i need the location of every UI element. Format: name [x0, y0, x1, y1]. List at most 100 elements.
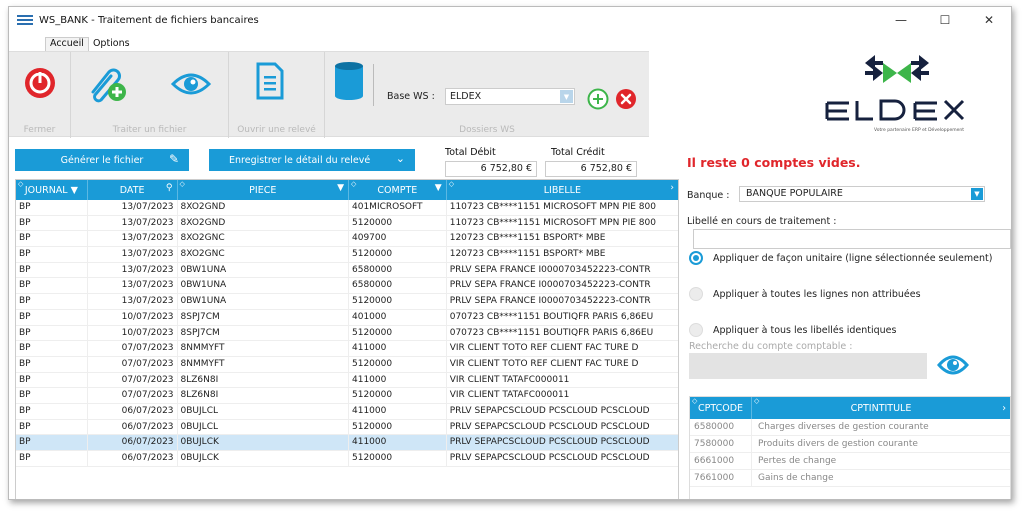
radio-button[interactable]	[689, 251, 703, 265]
radio-button[interactable]	[689, 323, 703, 337]
table-cell: 411000	[349, 403, 447, 419]
radio-unitaire[interactable]: Appliquer de façon unitaire (ligne sélec…	[689, 251, 992, 265]
table-cell: 0BUJLCK	[178, 435, 349, 450]
account-code: 6580000	[690, 419, 752, 435]
radio-identiques[interactable]: Appliquer à tous les libellés identiques	[689, 323, 896, 337]
close-window-button[interactable]: ✕	[967, 7, 1011, 33]
table-cell: 8XO2GND	[178, 215, 349, 231]
table-row[interactable]: BP 06/07/2023 0BUJLCL 411000 PRLV SEPAPCSCLO…	[16, 403, 678, 420]
save-detail-button[interactable]: Enregistrer le détail du relevé ⌄	[209, 149, 415, 171]
table-cell: VIR CLIENT TATAFC000011	[449, 374, 570, 385]
eye-icon[interactable]	[171, 72, 211, 96]
table-row[interactable]: BP 10/07/2023 8SPJ7CM 401000 070723 CB****11…	[16, 309, 678, 326]
power-icon[interactable]	[23, 66, 57, 100]
table-cell: BP	[16, 372, 88, 388]
maximize-button[interactable]: ☐	[923, 7, 967, 33]
paperclip-add-icon[interactable]	[85, 62, 129, 104]
table-cell: 07/07/2023	[88, 356, 178, 372]
table-cell: PRLV SEPAPCSCLOUD PCSCLOUD PCSCLOUD	[449, 453, 650, 463]
bank-select[interactable]: BANQUE POPULAIRE ▼	[739, 186, 985, 202]
table-row[interactable]: BP 13/07/2023 8XO2GNC 5120000 120723 CB****1…	[16, 247, 678, 263]
eye-icon[interactable]	[937, 353, 969, 377]
table-cell: 07/07/2023	[88, 388, 178, 403]
table-row[interactable]: BP 13/07/2023 0BW1UNA 6580000 PRLV SEPA FRAN…	[16, 262, 678, 279]
table-cell: 5120000	[349, 356, 447, 372]
chevron-right-icon: ›	[670, 183, 674, 193]
table-cell: 13/07/2023	[88, 294, 178, 309]
accounts-header: ◇ CPTCODE ◇ CPTINTITULE ›	[690, 397, 1010, 419]
account-label: Produits divers de gestion courante	[758, 439, 918, 449]
col-date[interactable]: DATE ⚲	[88, 180, 178, 200]
col-journal[interactable]: ◇ JOURNAL ▼	[16, 180, 88, 200]
table-cell: 8SPJ7CM	[178, 309, 349, 325]
libelle-input[interactable]	[693, 229, 1011, 249]
radio-non-attribuees[interactable]: Appliquer à toutes les lignes non attrib…	[689, 287, 921, 301]
table-cell: 5120000	[349, 247, 447, 262]
save-detail-label: Enregistrer le détail du relevé	[229, 154, 371, 166]
right-panel: Il reste 0 comptes vides. Banque : BANQU…	[681, 147, 1011, 499]
table-cell: 5120000	[349, 419, 447, 435]
chevron-down-icon[interactable]: ▼	[560, 90, 573, 103]
table-cell: 401000	[349, 309, 447, 325]
table-cell: 0BUJLCL	[178, 419, 349, 435]
account-row[interactable]: 7580000 Produits divers de gestion couran…	[690, 436, 1010, 453]
eldex-logo: Votre partenaire ERP et Développement	[825, 55, 964, 133]
table-row[interactable]: BP 13/07/2023 8XO2GND 5120000 110723 CB****1…	[16, 215, 678, 232]
col-libelle[interactable]: ◇ LIBELLE ›	[447, 180, 678, 200]
chevron-down-icon[interactable]: ▼	[971, 188, 983, 200]
table-row[interactable]: BP 06/07/2023 0BUJLCK 5120000 PRLV SEPAPCSCL…	[16, 451, 678, 467]
table-cell: BP	[16, 341, 88, 356]
table-cell: 120723 CB****1151 BSPORT* MBE	[449, 233, 606, 244]
table-cell: PRLV SEPAPCSCLOUD PCSCLOUD PCSCLOUD	[449, 437, 650, 448]
table-row[interactable]: BP 13/07/2023 8XO2GND 401MICROSOFT 110723 CB…	[16, 200, 678, 216]
table-cell: PRLV SEPAPCSCLOUD PCSCLOUD PCSCLOUD	[449, 405, 650, 416]
account-row[interactable]: 7661000 Gains de change	[690, 470, 1010, 487]
table-row[interactable]: BP 13/07/2023 0BW1UNA 6580000 PRLV SEPA FRAN…	[16, 278, 678, 295]
table-cell: 409700	[349, 231, 447, 247]
table-row[interactable]: BP 07/07/2023 8NMMYFT 411000 VIR CLIENT TOTO…	[16, 341, 678, 357]
col-piece[interactable]: ◇ PIECE ▼	[178, 180, 349, 200]
grid-body: BP 13/07/2023 8XO2GND 401MICROSOFT 110723 CB…	[16, 200, 678, 467]
account-row[interactable]: 6580000 Charges diverses de gestion coura…	[690, 419, 1010, 436]
document-icon[interactable]	[255, 62, 285, 100]
table-row[interactable]: BP 07/07/2023 8LZ6N8I 5120000 VIR CLIENT TAT…	[16, 388, 678, 404]
table-cell: PRLV SEPA FRANCE I0000703452223-CONTR	[449, 264, 651, 275]
table-cell: 0BW1UNA	[178, 262, 349, 278]
table-cell: 0BUJLCK	[178, 451, 349, 466]
account-label: Pertes de change	[758, 456, 837, 466]
table-cell: 8SPJ7CM	[178, 325, 349, 341]
col-compte[interactable]: ◇ COMPTE ▼	[349, 180, 447, 200]
table-cell: 06/07/2023	[88, 419, 178, 435]
account-search-input[interactable]	[689, 353, 927, 379]
radio-button[interactable]	[689, 287, 703, 301]
table-cell: BP	[16, 247, 88, 262]
menu-options[interactable]: Options	[89, 38, 134, 51]
table-cell: 8LZ6N8I	[178, 372, 349, 388]
table-row[interactable]: BP 13/07/2023 0BW1UNA 5120000 PRLV SEPA FRAN…	[16, 294, 678, 310]
table-row[interactable]: BP 06/07/2023 0BUJLCK 411000 PRLV SEPAPCSCLO…	[16, 435, 678, 451]
table-cell: 8XO2GNC	[178, 231, 349, 247]
generate-file-button[interactable]: Générer le fichier ✎	[15, 149, 189, 171]
table-row[interactable]: BP 06/07/2023 0BUJLCL 5120000 PRLV SEPAPCSCL…	[16, 419, 678, 436]
account-code: 7661000	[690, 470, 752, 486]
table-row[interactable]: BP 07/07/2023 8NMMYFT 5120000 VIR CLIENT TOT…	[16, 356, 678, 373]
table-row[interactable]: BP 10/07/2023 8SPJ7CM 5120000 070723 CB****1…	[16, 325, 678, 342]
base-ws-select[interactable]: ELDEX ▼	[445, 88, 575, 105]
table-cell: 411000	[349, 435, 447, 450]
account-row[interactable]: 6661000 Pertes de change	[690, 453, 1010, 470]
table-cell: 070723 CB****1151 BOUTIQFR PARIS 6,86EU	[449, 311, 654, 322]
table-cell: 110723 CB****1151 MICROSOFT MPN PIE 800	[449, 217, 656, 228]
table-row[interactable]: BP 13/07/2023 8XO2GNC 409700 120723 CB****11…	[16, 231, 678, 248]
minimize-button[interactable]: —	[879, 7, 923, 33]
window-title: WS_BANK - Traitement de fichiers bancair…	[39, 14, 259, 26]
add-circle-icon[interactable]	[587, 88, 609, 110]
table-cell: 07/07/2023	[88, 341, 178, 356]
table-cell: 0BUJLCL	[178, 403, 349, 419]
table-row[interactable]: BP 07/07/2023 8LZ6N8I 411000 VIR CLIENT TATA…	[16, 372, 678, 389]
table-cell: 06/07/2023	[88, 451, 178, 466]
col-cptcode[interactable]: ◇ CPTCODE	[690, 397, 752, 419]
col-cptintitule[interactable]: ◇ CPTINTITULE ›	[752, 397, 1010, 419]
menu-accueil[interactable]: Accueil	[45, 37, 89, 51]
delete-circle-icon[interactable]	[615, 88, 637, 110]
empty-accounts-warning: Il reste 0 comptes vides.	[687, 155, 861, 170]
